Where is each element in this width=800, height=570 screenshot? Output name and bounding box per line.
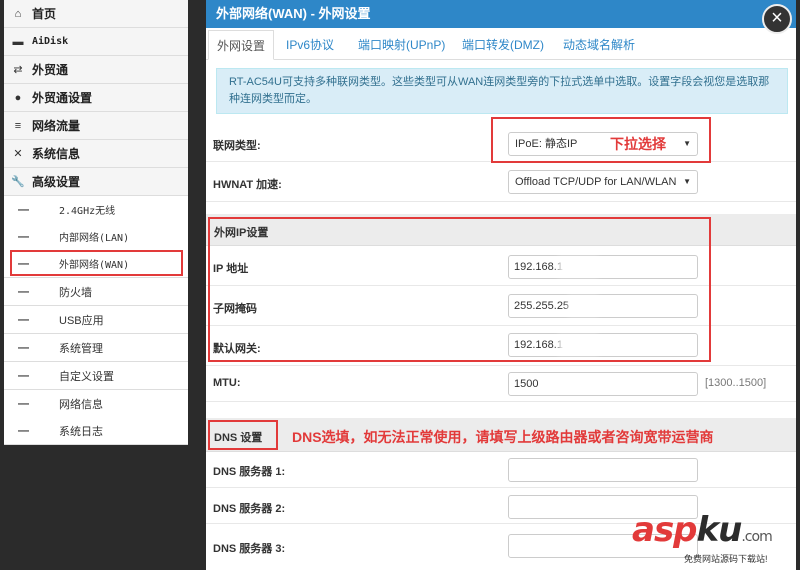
dash-icon: — [18, 341, 29, 354]
row-mtu: MTU: 1500 [1300..1500] [206, 366, 796, 402]
sidebar-item-wireless[interactable]: — 2.4GHz无线 [4, 196, 188, 224]
nav-item-label: AiDisk [32, 36, 69, 47]
sidebar-nav: ⌂ 首页 ▬ AiDisk ⇄ 外贸通 ● 外贸通设置 ≡ 网络流量 ✕ 系统信… [4, 0, 188, 445]
nav-item-traffic[interactable]: ≡ 网络流量 [4, 112, 188, 140]
dash-icon: — [18, 230, 29, 243]
nav-item-label: 系统管理 [59, 342, 103, 355]
highlight-conn-type-box [491, 117, 711, 163]
dns-annotation: DNS选填，如无法正常使用，请填写上级路由器或者咨询宽带运营商 [292, 429, 714, 445]
tab-ddns[interactable]: 动态域名解析 [563, 30, 635, 60]
sidebar-item-custom[interactable]: — 自定义设置 [4, 362, 188, 390]
nav-item-waimaotong-settings[interactable]: ● 外贸通设置 [4, 84, 188, 112]
row-hwnat: HWNAT 加速: Offload TCP/UDP for LAN/WLAN ▼ [206, 162, 796, 202]
logo-com: .com [741, 529, 772, 545]
dash-icon: — [18, 424, 29, 437]
nav-item-label: 高级设置 [32, 175, 81, 189]
globe-icon: ● [14, 91, 22, 104]
nav-item-system-info[interactable]: ✕ 系统信息 [4, 140, 188, 168]
dns3-label: DNS 服务器 3: [213, 543, 286, 555]
nav-item-label: 网络信息 [59, 398, 103, 411]
dash-icon: — [18, 313, 29, 326]
tab-upnp[interactable]: 端口映射(UPnP) [358, 30, 445, 60]
home-icon: ⌂ [14, 7, 22, 20]
hwnat-select[interactable]: Offload TCP/UDP for LAN/WLAN ▼ [508, 170, 698, 194]
dns1-input[interactable] [508, 458, 698, 482]
sidebar-item-firewall[interactable]: — 防火墙 [4, 278, 188, 306]
tab-wan-settings[interactable]: 外网设置 [208, 30, 274, 60]
nav-item-label: USB应用 [59, 314, 104, 327]
nav-item-waimaotong[interactable]: ⇄ 外贸通 [4, 56, 188, 84]
nav-item-label: 自定义设置 [59, 370, 114, 383]
info-alert: RT-AC54U可支持多种联网类型。这些类型可从WAN连网类型旁的下拉式选单中选… [216, 68, 788, 114]
mtu-input[interactable]: 1500 [508, 372, 698, 396]
highlight-wan-ip-box [208, 217, 711, 362]
dash-icon: — [18, 397, 29, 410]
chevron-down-icon: ▼ [683, 177, 691, 186]
sidebar-item-lan[interactable]: — 内部网络(LAN) [4, 223, 188, 251]
mtu-hint: [1300..1500] [705, 377, 767, 389]
row-dns1: DNS 服务器 1: [206, 452, 796, 488]
nav-item-label: 系统信息 [32, 147, 81, 161]
dialog-title: 外部网络(WAN) - 外网设置 [206, 0, 796, 28]
nav-item-advanced[interactable]: 🔧 高级设置 [4, 168, 188, 196]
dash-icon: — [18, 369, 29, 382]
logo-tagline: 免费网站源码下载站! [684, 554, 768, 564]
nav-item-label: 系统日志 [59, 425, 103, 438]
wan-settings-dialog: 外部网络(WAN) - 外网设置 外网设置 IPv6协议 端口映射(UPnP) … [206, 0, 796, 570]
sidebar-item-system-log[interactable]: — 系统日志 [4, 417, 188, 445]
nav-item-label: 外贸通 [32, 63, 69, 77]
nav-item-label: 外贸通设置 [32, 91, 93, 105]
highlight-dns-box [208, 420, 278, 450]
hwnat-label: HWNAT 加速: [213, 179, 282, 191]
aspku-watermark-logo: aspku.com 免费网站源码下载站! [632, 510, 798, 568]
nav-item-label: 2.4GHz无线 [59, 206, 116, 217]
nav-item-label: 内部网络(LAN) [59, 233, 130, 244]
drive-icon: ▬ [12, 35, 24, 48]
sidebar-item-usb[interactable]: — USB应用 [4, 306, 188, 334]
dash-icon: — [18, 203, 29, 216]
dns1-label: DNS 服务器 1: [213, 466, 286, 478]
list-icon: ≡ [14, 119, 22, 132]
wrench-icon: 🔧 [11, 176, 25, 188]
sidebar-item-network-info[interactable]: — 网络信息 [4, 390, 188, 418]
tab-bar: 外网设置 IPv6协议 端口映射(UPnP) 端口转发(DMZ) 动态域名解析 [206, 30, 796, 60]
dns2-label: DNS 服务器 2: [213, 503, 286, 515]
conn-type-label: 联网类型: [213, 140, 261, 152]
nav-item-label: 防火墙 [59, 286, 92, 299]
section-dns: DNS 设置 DNS选填，如无法正常使用，请填写上级路由器或者咨询宽带运营商 [206, 418, 796, 452]
exchange-icon: ⇄ [13, 64, 23, 76]
nav-item-aidisk[interactable]: ▬ AiDisk [4, 28, 188, 56]
tab-dmz[interactable]: 端口转发(DMZ) [462, 30, 544, 60]
highlight-wan-box [10, 250, 183, 276]
nav-item-label: 首页 [32, 7, 57, 21]
nav-item-home[interactable]: ⌂ 首页 [4, 0, 188, 28]
hwnat-value: Offload TCP/UDP for LAN/WLAN [515, 176, 677, 188]
sidebar-item-system-admin[interactable]: — 系统管理 [4, 334, 188, 362]
dash-icon: — [18, 285, 29, 298]
shuffle-icon: ✕ [13, 148, 23, 160]
close-button[interactable]: × [762, 4, 792, 34]
nav-item-label: 网络流量 [32, 119, 81, 133]
logo-asp: asp [632, 510, 698, 550]
tab-ipv6[interactable]: IPv6协议 [286, 30, 334, 60]
mtu-label: MTU: [213, 377, 241, 389]
logo-ku: ku [696, 510, 743, 550]
